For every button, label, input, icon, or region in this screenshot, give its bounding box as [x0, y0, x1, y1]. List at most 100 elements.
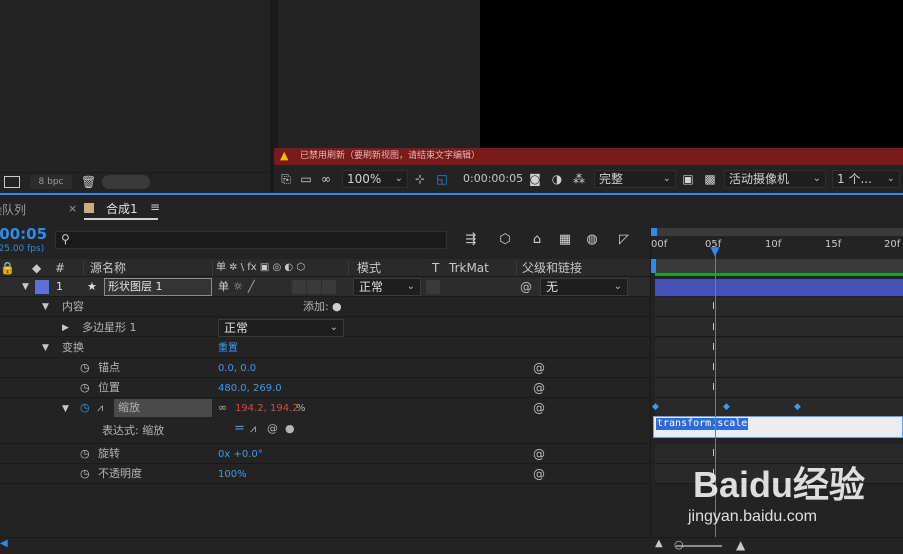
scale-expand-triangle[interactable]: ▼	[62, 402, 69, 416]
column-parent[interactable]: 父级和链接	[522, 261, 582, 275]
shy-switch-icon[interactable]: 单	[218, 280, 229, 294]
transform-label: 变换	[62, 341, 84, 354]
column-mode[interactable]: 模式	[357, 261, 381, 275]
contents-expand-triangle[interactable]: ▼	[42, 300, 49, 314]
polystar-mode-select[interactable]: 正常 ⌄	[218, 319, 344, 337]
navigator-start-handle[interactable]	[651, 228, 657, 236]
graph-row	[655, 398, 903, 418]
link-icon[interactable]: ∞	[218, 401, 227, 415]
composition-canvas[interactable]	[480, 0, 903, 148]
layer-name[interactable]: 形状图层 1	[104, 278, 212, 296]
rotation-value[interactable]: 0x +0.0°	[218, 448, 263, 462]
camera-icon[interactable]: ◙	[527, 171, 543, 187]
expression-language-menu-icon[interactable]: ●	[285, 422, 295, 436]
work-area-start[interactable]	[651, 259, 656, 273]
stopwatch-icon[interactable]: ◷	[80, 447, 90, 461]
trkmat-box[interactable]	[426, 280, 440, 294]
render-cache-indicator	[655, 273, 903, 276]
views-select[interactable]: 1 个... ⌄	[832, 170, 900, 188]
draft-3d-icon[interactable]: ⬡	[495, 231, 515, 249]
column-trkmat[interactable]: TrkMat	[449, 261, 489, 275]
shy-layers-icon[interactable]: ⌂	[527, 231, 547, 249]
work-area-bar[interactable]	[655, 259, 903, 273]
graph-editor-icon[interactable]: ◸	[614, 231, 634, 249]
polystar-expand-triangle[interactable]: ▶	[62, 321, 69, 335]
transparency-grid-icon[interactable]: ▩	[702, 171, 718, 187]
comp-flowchart-icon[interactable]: ⇶	[461, 231, 481, 249]
pick-whip-icon[interactable]: @	[533, 401, 545, 415]
grid-icon[interactable]: ⊹	[412, 171, 428, 187]
bpc-button[interactable]: 8 bpc	[30, 175, 72, 189]
zoom-in-icon[interactable]: ▲	[736, 538, 745, 552]
tab-menu-icon[interactable]: ≡	[150, 200, 160, 214]
switch-slot[interactable]	[322, 280, 336, 294]
keyframe-diamond[interactable]: ◆	[794, 402, 801, 412]
parent-select[interactable]: 无 ⌄	[540, 278, 628, 296]
column-source-name[interactable]: 源名称	[90, 261, 126, 275]
keyframe-diamond[interactable]: ◆	[723, 402, 730, 412]
graph-icon[interactable]: ⩘	[97, 401, 103, 415]
layer-label-color[interactable]	[35, 280, 49, 294]
layer-search-input[interactable]	[55, 231, 447, 249]
scale-value[interactable]: 194.2, 194.2	[235, 402, 299, 416]
anchor-value[interactable]: 0.0, 0.0	[218, 362, 256, 376]
thumbnail-slider[interactable]	[102, 175, 150, 189]
stopwatch-active-icon[interactable]: ◷	[80, 401, 90, 415]
graph-row	[655, 297, 903, 317]
pick-whip-icon[interactable]: @	[533, 447, 545, 461]
time-navigator[interactable]	[651, 228, 903, 236]
mask-icon[interactable]: ∞	[318, 171, 334, 187]
region-icon[interactable]: ◱	[434, 171, 450, 187]
stopwatch-icon[interactable]: ◷	[80, 467, 90, 481]
layer-mode-select[interactable]: 正常 ⌄	[353, 278, 421, 296]
reset-link[interactable]: 重置	[218, 342, 238, 356]
collapse-switch-icon[interactable]: ☼	[233, 280, 243, 294]
expression-text[interactable]: transform.scale	[656, 418, 749, 430]
viewer-timecode[interactable]: 0:00:00:05	[463, 171, 523, 187]
current-time-indicator-head[interactable]: ▼	[709, 245, 721, 257]
monitor-icon[interactable]: ▭	[298, 171, 314, 187]
stopwatch-icon[interactable]: ◷	[80, 361, 90, 375]
column-number: #	[55, 261, 66, 275]
zoom-select[interactable]: 100% ⌄	[342, 170, 408, 188]
transform-expand-triangle[interactable]: ▼	[42, 341, 49, 355]
switch-slot[interactable]	[307, 280, 321, 294]
pick-whip-icon[interactable]: @	[533, 381, 545, 395]
frame-blending-icon[interactable]: ▦	[555, 231, 575, 249]
tab-composition[interactable]: 合成1	[106, 200, 138, 217]
layer-duration-bar[interactable]	[655, 279, 903, 296]
expression-graph-icon[interactable]: ⩘	[250, 422, 256, 436]
tab-render-queue[interactable]: 渲染队列	[0, 201, 26, 218]
add-button[interactable]: ●	[332, 300, 342, 314]
zoom-out-icon[interactable]: ▲	[655, 538, 663, 549]
always-preview-icon[interactable]: ⎘	[278, 171, 294, 187]
resolution-select[interactable]: 完整 ⌄	[594, 170, 676, 188]
region-of-interest-icon[interactable]: ▣	[680, 171, 696, 187]
expression-pickwhip-icon[interactable]: @	[267, 422, 278, 436]
layer-expand-triangle[interactable]: ▼	[22, 280, 29, 294]
transform-row[interactable]	[0, 338, 650, 358]
pick-whip-icon[interactable]: @	[533, 361, 545, 375]
column-divider	[212, 260, 213, 276]
camera-select[interactable]: 活动摄像机 ⌄	[724, 170, 826, 188]
close-icon[interactable]: ×	[68, 202, 77, 215]
expression-enable-icon[interactable]: =	[234, 422, 245, 436]
keyframe-diamond[interactable]: ◆	[652, 402, 659, 412]
pick-whip-icon[interactable]: @	[520, 280, 532, 294]
toggle-panes-icon[interactable]: ◀	[0, 538, 8, 549]
color-channel-icon[interactable]: ⁂	[571, 171, 587, 187]
film-icon[interactable]	[4, 176, 20, 188]
switch-slot[interactable]	[292, 280, 306, 294]
zoom-slider-thumb[interactable]: ○	[674, 538, 684, 551]
motion-blur-icon[interactable]: ◍	[582, 231, 602, 249]
show-channel-icon[interactable]: ◑	[549, 171, 565, 187]
trash-icon[interactable]: 🗑	[81, 175, 96, 189]
opacity-value[interactable]: 100%	[218, 468, 247, 482]
position-value[interactable]: 480.0, 269.0	[218, 382, 282, 396]
warning-icon: ▲	[280, 149, 289, 162]
stopwatch-icon[interactable]: ◷	[80, 381, 90, 395]
quality-switch-icon[interactable]: ╱	[248, 280, 255, 294]
current-time-display[interactable]: 0:00:00:05	[0, 225, 47, 243]
empty-layer-area	[0, 484, 650, 537]
pick-whip-icon[interactable]: @	[533, 467, 545, 481]
